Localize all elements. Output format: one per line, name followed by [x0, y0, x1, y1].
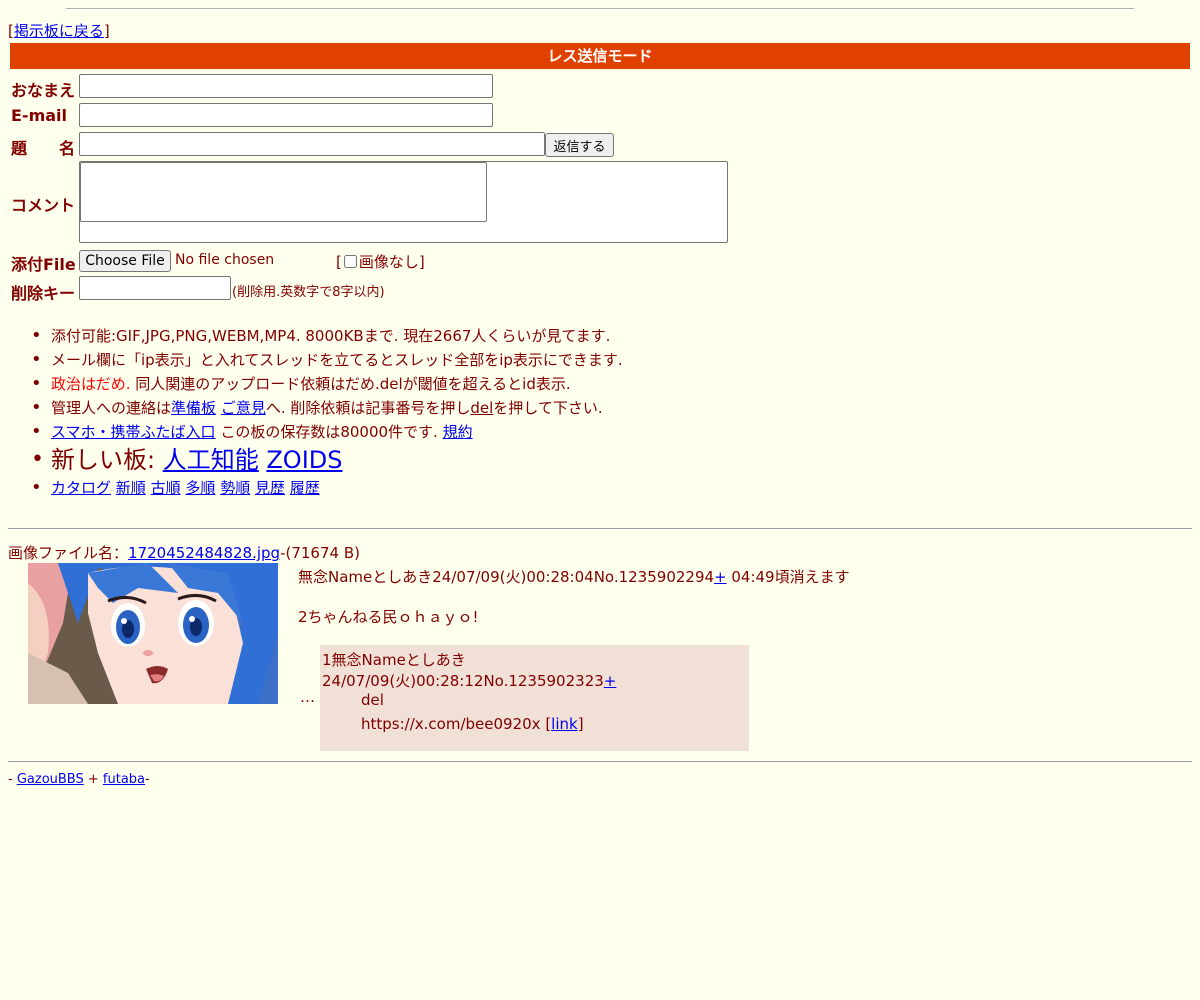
bracket-close: ] [418, 253, 425, 271]
contact-text: 管理人への連絡は [51, 399, 172, 417]
contact-text-2: へ. 削除依頼は記事番号を押し [265, 399, 471, 417]
file-status-text: No file chosen [175, 252, 275, 268]
reply-post: 1無念Nameとしあき24/07/09(火)00:28:12No.1235902… [320, 645, 749, 751]
reply-mode-bar: レス送信モード [10, 43, 1190, 69]
top-divider [66, 8, 1134, 9]
reply-meta: 1無念Nameとしあき24/07/09(火)00:28:12No.1235902… [322, 651, 604, 690]
footer-text: + [83, 772, 103, 787]
bracket-open: [ [336, 253, 342, 271]
catalog-link[interactable]: カタログ [51, 479, 111, 497]
image-file-link[interactable]: 1720452484828.jpg [128, 544, 280, 562]
ai-board-link[interactable]: 人工知能 [163, 446, 259, 474]
list-item: 新しい板: 人工知能 ZOIDS [0, 445, 623, 477]
subject-input[interactable] [79, 132, 545, 156]
reply-link[interactable]: link [551, 715, 578, 733]
terms-link[interactable]: 規約 [443, 423, 473, 441]
no-image-checkbox[interactable] [343, 255, 357, 268]
comment-inner-box[interactable] [80, 162, 487, 222]
list-item: 管理人への連絡は準備板 ご意見へ. 削除依頼は記事番号を押しdelを押して下さい… [0, 397, 623, 421]
name-label: おなまえ [11, 81, 76, 100]
new-boards-text: 新しい板: [51, 446, 163, 474]
thread-thumbnail[interactable] [28, 563, 278, 704]
ip-info-text: メール欄に「ip表示」と入れてスレッドを立てるとスレッド全部をip表示にできます… [51, 351, 623, 369]
feedback-link[interactable]: ご意見 [221, 399, 266, 417]
footer-text: - [145, 772, 150, 787]
list-item: カタログ 新順 古順 多順 勢順 見歴 履歴 [0, 477, 623, 501]
viewed-history-link[interactable]: 見歴 [255, 479, 285, 497]
post-meta: 無念Nameとしあき24/07/09(火)00:28:04No.12359022… [298, 568, 715, 586]
reply-ellipsis: … [300, 688, 315, 706]
file-prefix: 画像ファイル名： [8, 544, 129, 562]
contact-text-3: を押して下さい. [493, 399, 603, 417]
reply-line: del [361, 691, 384, 709]
no-image-option: [ 画像なし] [336, 251, 425, 272]
futaba-link[interactable]: futaba [103, 772, 145, 787]
del-text: del [470, 399, 494, 417]
sort-oldest-link[interactable]: 古順 [151, 479, 181, 497]
back-to-board-link[interactable]: 掲示板に戻る [14, 22, 104, 40]
file-label: 添付File [11, 255, 76, 274]
gazoubbs-link[interactable]: GazouBBS [17, 772, 84, 787]
subject-label: 題 名 [11, 139, 76, 158]
mobile-entrance-link[interactable]: スマホ・携帯ふたば入口 [51, 423, 216, 441]
footer-text: - [8, 772, 17, 787]
email-label: E-mail [11, 106, 68, 125]
image-filename: 画像ファイル名：1720452484828.jpg-(71674 B) [8, 542, 360, 563]
reply-body: del https://x.com/bee0920x [link] [361, 688, 584, 736]
politics-warning: 政治はだめ. [51, 375, 131, 393]
choose-file-button[interactable]: Choose File [79, 250, 171, 272]
file-size: -(71674 B) [280, 544, 360, 562]
divider [8, 761, 1192, 762]
post-body: 2ちゃんねる民ｏｈａｙｏ! [298, 608, 479, 626]
sort-newest-link[interactable]: 新順 [116, 479, 146, 497]
divider [8, 528, 1192, 529]
back-nav: [掲示板に戻る] [8, 20, 110, 41]
delete-key-input[interactable] [79, 276, 231, 300]
rules-text: 同人関連のアップロード依頼はだめ.delが閾値を超えるとid表示. [130, 375, 571, 393]
reply-header: 1無念Nameとしあき24/07/09(火)00:28:12No.1235902… [322, 649, 749, 691]
post-plus-link[interactable]: + [714, 568, 727, 586]
footer: - GazouBBS + futaba- [8, 772, 150, 787]
bracket-close: ] [103, 22, 110, 40]
email-input[interactable] [79, 103, 493, 127]
delete-key-label: 削除キー [11, 284, 76, 303]
storage-info-text: この板の保存数は80000件です. [215, 423, 443, 441]
submit-reply-button[interactable]: 返信する [545, 133, 614, 157]
sort-momentum-link[interactable]: 勢順 [220, 479, 250, 497]
anime-girl-thumbnail [28, 563, 278, 704]
zoids-board-link[interactable]: ZOIDS [266, 446, 342, 474]
upload-info-text: 添付可能:GIF,JPG,PNG,WEBM,MP4. 8000KBまで. 現在2… [51, 327, 611, 345]
reply-line: https://x.com/bee0920x [link] [361, 712, 584, 736]
junbi-board-link[interactable]: 準備板 [171, 399, 216, 417]
list-item: スマホ・携帯ふたば入口 この板の保存数は80000件です. 規約 [0, 421, 623, 445]
board-info-list: 添付可能:GIF,JPG,PNG,WEBM,MP4. 8000KBまで. 現在2… [0, 325, 623, 501]
bracket-close: ] [577, 715, 584, 733]
list-item: 添付可能:GIF,JPG,PNG,WEBM,MP4. 8000KBまで. 現在2… [0, 325, 623, 349]
list-item: メール欄に「ip表示」と入れてスレッドを立てるとスレッド全部をip表示にできます… [0, 349, 623, 373]
no-image-label: 画像なし [358, 253, 419, 271]
expire-text: 04:49頃消えます [726, 568, 850, 586]
delete-key-hint: (削除用.英数字で8字以内) [232, 285, 385, 300]
reply-plus-link[interactable]: + [604, 672, 617, 690]
comment-label: コメント [11, 196, 76, 215]
name-input[interactable] [79, 74, 493, 98]
list-item: 政治はだめ. 同人関連のアップロード依頼はだめ.delが閾値を超えるとid表示. [0, 373, 623, 397]
post-history-link[interactable]: 履歴 [290, 479, 320, 497]
reply-url-text: https://x.com/bee0920x [361, 715, 546, 733]
post-header: 無念Nameとしあき24/07/09(火)00:28:04No.12359022… [298, 566, 850, 587]
sort-most-link[interactable]: 多順 [185, 479, 215, 497]
